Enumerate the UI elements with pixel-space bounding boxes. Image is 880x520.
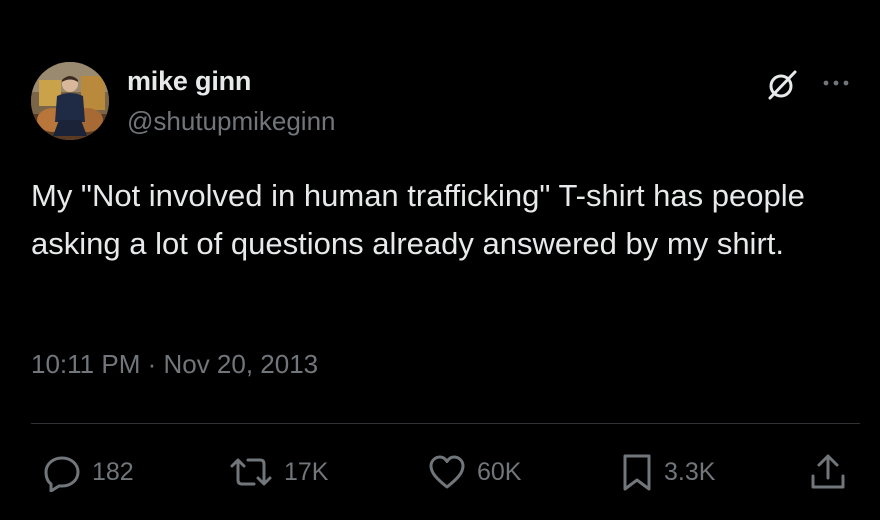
bookmark-button[interactable]: 3.3K	[620, 452, 715, 492]
tweet-timestamp[interactable]: 10:11 PM · Nov 20, 2013	[31, 349, 318, 380]
bookmark-icon	[620, 452, 654, 492]
author-handle[interactable]: @shutupmikeginn	[127, 106, 336, 137]
author-display-name[interactable]: mike ginn	[127, 66, 251, 97]
reply-button[interactable]: 182	[42, 452, 134, 492]
like-icon	[427, 452, 467, 492]
share-icon	[808, 452, 848, 492]
retweet-icon	[228, 452, 274, 492]
retweet-button[interactable]: 17K	[228, 452, 328, 492]
reply-icon	[42, 452, 82, 492]
tweet-card: mike ginn @shutupmikeginn My "Not involv…	[0, 0, 880, 520]
bookmark-count: 3.3K	[664, 457, 716, 486]
tweet-text: My "Not involved in human trafficking" T…	[31, 178, 814, 261]
avatar-photo	[31, 62, 109, 140]
retweet-count: 17K	[284, 457, 329, 486]
avatar[interactable]	[31, 62, 109, 140]
like-count: 60K	[477, 457, 522, 486]
grok-icon[interactable]	[765, 68, 799, 102]
reply-count: 182	[92, 457, 134, 486]
share-button[interactable]	[808, 452, 848, 492]
more-icon[interactable]	[820, 70, 854, 96]
divider	[31, 423, 860, 424]
like-button[interactable]: 60K	[427, 452, 521, 492]
